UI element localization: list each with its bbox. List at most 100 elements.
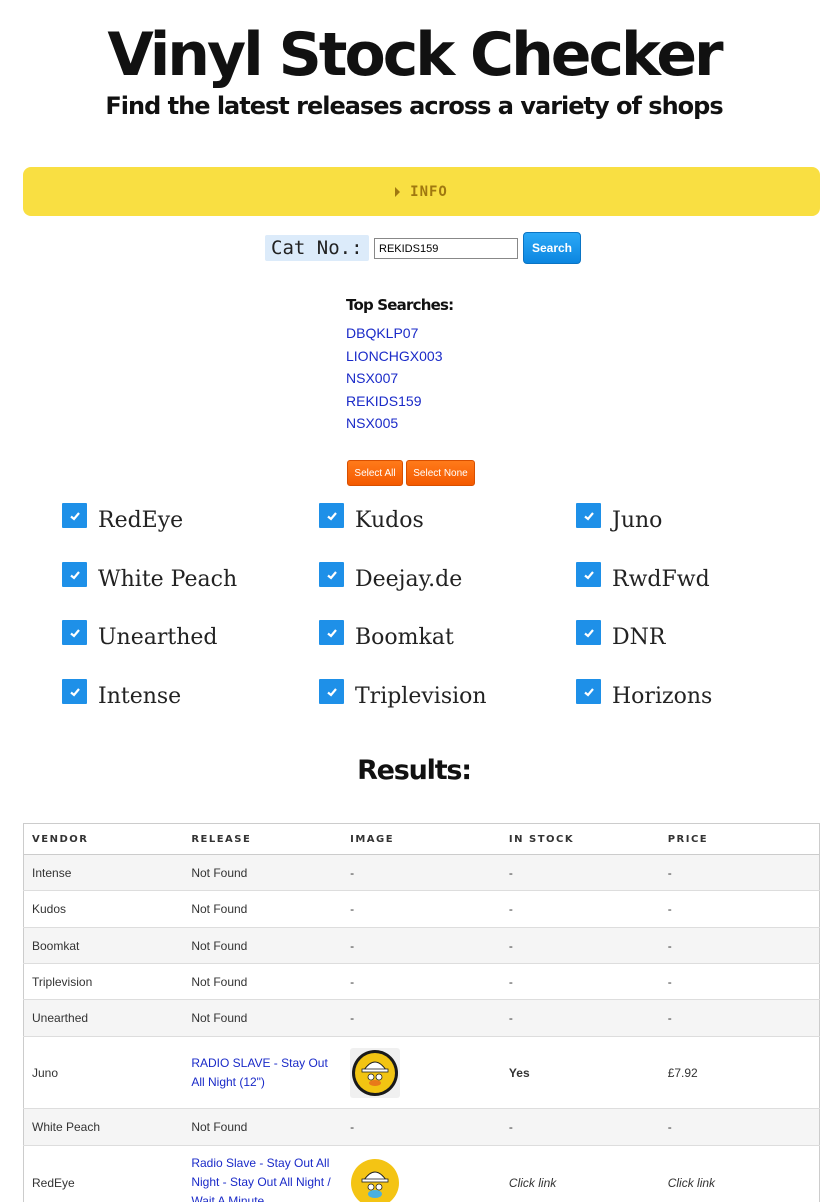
cell-in-stock: - (500, 963, 660, 1000)
vendor-checkbox-kudos[interactable]: Kudos (319, 503, 424, 533)
cell-price: - (659, 854, 820, 891)
vendor-label: Intense (98, 684, 182, 709)
vendor-label: Horizons (612, 684, 713, 709)
cell-release: Not Found (183, 963, 343, 1000)
cell-vendor: Intense (23, 854, 184, 891)
cell-in-stock: - (500, 854, 660, 891)
cell-vendor: Kudos (23, 890, 184, 928)
checkbox-checked-icon[interactable] (576, 679, 601, 704)
top-searches: Top Searches: DBQKLP07 LIONCHGX003 NSX00… (346, 296, 454, 435)
cell-image: - (342, 854, 501, 891)
vendor-checkbox-redeye[interactable]: RedEye (62, 503, 184, 533)
cell-image: - (342, 999, 501, 1037)
vendor-checkbox-unearthed[interactable]: Unearthed (62, 620, 218, 650)
column-header-price: PRICE (659, 823, 820, 855)
table-header-row: VENDOR RELEASE IMAGE IN STOCK PRICE (23, 823, 820, 855)
vendor-label: Deejay.de (355, 567, 463, 592)
vendor-label: Triplevision (355, 684, 487, 709)
page-title: Vinyl Stock Checker (107, 20, 723, 90)
cell-vendor: Triplevision (23, 963, 184, 1000)
cell-image (342, 1145, 501, 1202)
checkbox-checked-icon[interactable] (62, 503, 87, 528)
table-row: Intense Not Found - - - (23, 854, 820, 891)
table-row: Boomkat Not Found - - - (23, 927, 820, 964)
column-header-vendor: VENDOR (23, 823, 184, 855)
release-cover-image[interactable] (350, 1157, 401, 1202)
cell-in-stock: - (500, 999, 660, 1037)
vendor-label: Boomkat (355, 625, 454, 650)
vendor-checkbox-deejay[interactable]: Deejay.de (319, 562, 463, 592)
search-row: Cat No.: Search (0, 232, 828, 264)
cat-no-input[interactable] (374, 238, 518, 259)
cell-price: - (659, 963, 820, 1000)
cell-release: Not Found (183, 999, 343, 1037)
checkbox-checked-icon[interactable] (62, 562, 87, 587)
column-header-in-stock: IN STOCK (500, 823, 660, 855)
top-searches-heading: Top Searches: (346, 296, 454, 314)
checkbox-checked-icon[interactable] (576, 503, 601, 528)
cell-vendor: RedEye (23, 1145, 184, 1202)
checkbox-checked-icon[interactable] (62, 620, 87, 645)
cell-vendor: White Peach (23, 1108, 184, 1146)
cell-release: Radio Slave - Stay Out All Night - Stay … (183, 1145, 343, 1202)
cell-in-stock[interactable]: Click link (500, 1145, 660, 1202)
cell-price: £7.92 (659, 1036, 820, 1109)
checkbox-checked-icon[interactable] (319, 620, 344, 645)
cell-image (342, 1036, 501, 1109)
cell-release: Not Found (183, 890, 343, 928)
cell-price[interactable]: Click link (659, 1145, 820, 1202)
cell-in-stock: Yes (500, 1036, 660, 1109)
cell-image: - (342, 963, 501, 1000)
vendor-checkbox-horizons[interactable]: Horizons (576, 679, 713, 709)
checkbox-checked-icon[interactable] (319, 679, 344, 704)
top-search-link[interactable]: REKIDS159 (346, 390, 453, 413)
vendor-label: Juno (612, 508, 663, 533)
vendor-label: White Peach (98, 567, 238, 592)
vendor-checkbox-boomkat[interactable]: Boomkat (319, 620, 454, 650)
cell-price: - (659, 890, 820, 928)
top-search-link[interactable]: LIONCHGX003 (346, 345, 453, 368)
column-header-release: RELEASE (183, 823, 343, 855)
table-row: White Peach Not Found - - - (23, 1108, 820, 1146)
cell-image: - (342, 1108, 501, 1146)
vendor-checkbox-rwdfwd[interactable]: RwdFwd (576, 562, 710, 592)
checkbox-checked-icon[interactable] (62, 679, 87, 704)
caret-right-icon (395, 186, 401, 197)
table-row: RedEye Radio Slave - Stay Out All Night … (23, 1145, 820, 1202)
info-toggle[interactable]: INFO (23, 167, 820, 216)
cell-release: Not Found (183, 854, 343, 891)
cat-no-label: Cat No.: (265, 235, 369, 261)
cell-in-stock: - (500, 1108, 660, 1146)
results-heading: Results: (357, 755, 472, 786)
cell-vendor: Boomkat (23, 927, 184, 964)
vendor-label: RedEye (98, 508, 184, 533)
cell-release: RADIO SLAVE - Stay Out All Night (12") (183, 1036, 343, 1109)
vendor-label: DNR (612, 625, 666, 650)
select-none-button[interactable]: Select None (406, 460, 475, 486)
checkbox-checked-icon[interactable] (576, 620, 601, 645)
checkbox-checked-icon[interactable] (576, 562, 601, 587)
cell-release: Not Found (183, 927, 343, 964)
release-link[interactable]: Radio Slave - Stay Out All Night - Stay … (191, 1156, 330, 1202)
top-search-link[interactable]: NSX005 (346, 412, 453, 435)
cell-release: Not Found (183, 1108, 343, 1146)
release-link[interactable]: RADIO SLAVE - Stay Out All Night (12") (191, 1056, 328, 1089)
cell-image: - (342, 927, 501, 964)
table-row: Unearthed Not Found - - - (23, 999, 820, 1037)
top-search-link[interactable]: NSX007 (346, 367, 453, 390)
vendor-checkbox-white-peach[interactable]: White Peach (62, 562, 238, 592)
vendor-label: Kudos (355, 508, 424, 533)
search-button[interactable]: Search (523, 232, 581, 264)
vendor-checkbox-dnr[interactable]: DNR (576, 620, 666, 650)
release-cover-image[interactable] (350, 1047, 401, 1098)
vendor-label: Unearthed (98, 625, 218, 650)
results-table: VENDOR RELEASE IMAGE IN STOCK PRICE Inte… (23, 823, 820, 1202)
table-row: Triplevision Not Found - - - (23, 963, 820, 1000)
vendor-checkbox-juno[interactable]: Juno (576, 503, 663, 533)
top-search-link[interactable]: DBQKLP07 (346, 322, 453, 345)
vendor-checkbox-intense[interactable]: Intense (62, 679, 182, 709)
checkbox-checked-icon[interactable] (319, 562, 344, 587)
select-all-button[interactable]: Select All (347, 460, 403, 486)
checkbox-checked-icon[interactable] (319, 503, 344, 528)
vendor-checkbox-triplevision[interactable]: Triplevision (319, 679, 487, 709)
